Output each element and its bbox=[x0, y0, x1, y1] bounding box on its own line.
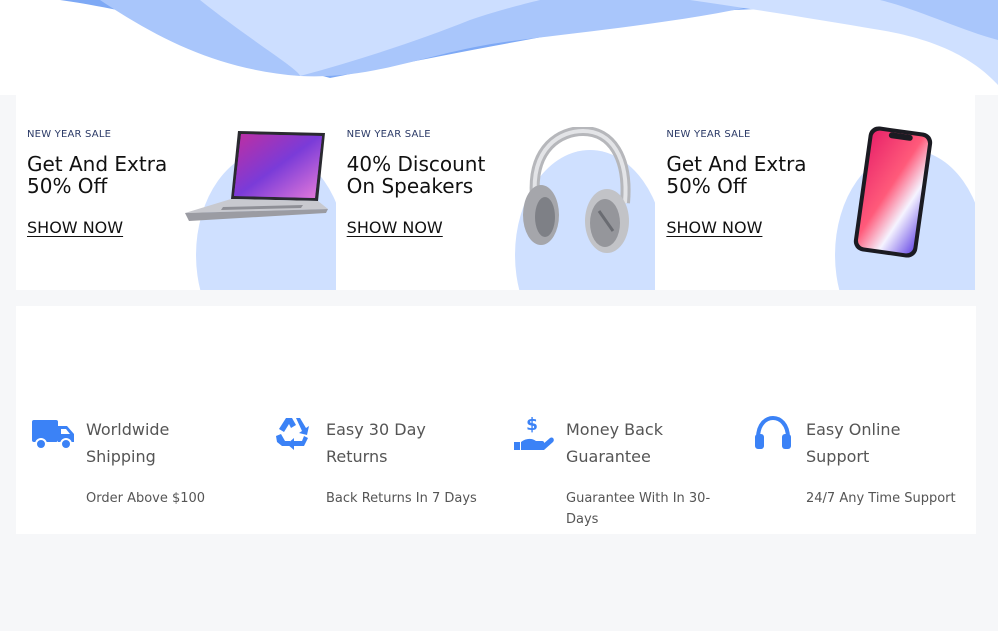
feature-subtitle: Guarantee With In 30-Days bbox=[566, 491, 711, 527]
money-hand-icon: $ bbox=[514, 415, 554, 450]
promo-tag: NEW YEAR SALE bbox=[666, 129, 751, 140]
show-now-link[interactable]: SHOW NOW bbox=[347, 218, 443, 237]
show-now-link[interactable]: SHOW NOW bbox=[27, 218, 123, 237]
headset-icon bbox=[755, 415, 791, 449]
recycle-icon bbox=[276, 418, 309, 450]
hero-wave-banner bbox=[0, 0, 998, 95]
promo-headline: Get And Extra 50% Off bbox=[666, 152, 807, 198]
phone-image bbox=[854, 126, 933, 258]
svg-text:$: $ bbox=[526, 415, 538, 435]
feature-returns: Easy 30 Day Returns Back Returns In 7 Da… bbox=[256, 414, 496, 524]
feature-title: Easy 30 Day Returns bbox=[326, 420, 426, 466]
feature-title: Easy Online Support bbox=[806, 420, 901, 466]
promo-card-speakers[interactable]: NEW YEAR SALE 40% Discount On Speakers S… bbox=[335, 95, 656, 290]
promo-headline: 40% Discount On Speakers bbox=[346, 152, 486, 198]
truck-icon bbox=[32, 420, 74, 450]
feature-subtitle: Back Returns In 7 Days bbox=[326, 491, 477, 506]
promo-headline: Get And Extra 50% Off bbox=[27, 152, 168, 198]
feature-title: Worldwide Shipping bbox=[86, 420, 170, 466]
feature-shipping: Worldwide Shipping Order Above $100 bbox=[16, 414, 256, 524]
feature-support: Easy Online Support 24/7 Any Time Suppor… bbox=[736, 414, 976, 524]
features-section: Worldwide Shipping Order Above $100 Easy… bbox=[16, 306, 976, 534]
promo-tag: NEW YEAR SALE bbox=[346, 129, 431, 140]
promo-card-phone[interactable]: NEW YEAR SALE Get And Extra 50% Off SHOW… bbox=[655, 95, 976, 290]
feature-subtitle: 24/7 Any Time Support bbox=[806, 491, 956, 506]
laptop-image bbox=[185, 131, 328, 221]
promo-card-laptop[interactable]: NEW YEAR SALE Get And Extra 50% Off SHOW… bbox=[16, 95, 336, 290]
feature-subtitle: Order Above $100 bbox=[86, 491, 206, 506]
promo-cards: NEW YEAR SALE Get And Extra 50% Off SHOW… bbox=[16, 95, 976, 290]
headphones-image bbox=[522, 127, 631, 253]
feature-money-back: $ Money Back Guarantee Guarantee With In… bbox=[496, 414, 736, 527]
show-now-link[interactable]: SHOW NOW bbox=[666, 218, 762, 237]
promo-tag: NEW YEAR SALE bbox=[27, 129, 112, 140]
feature-title: Money Back Guarantee bbox=[566, 420, 663, 466]
